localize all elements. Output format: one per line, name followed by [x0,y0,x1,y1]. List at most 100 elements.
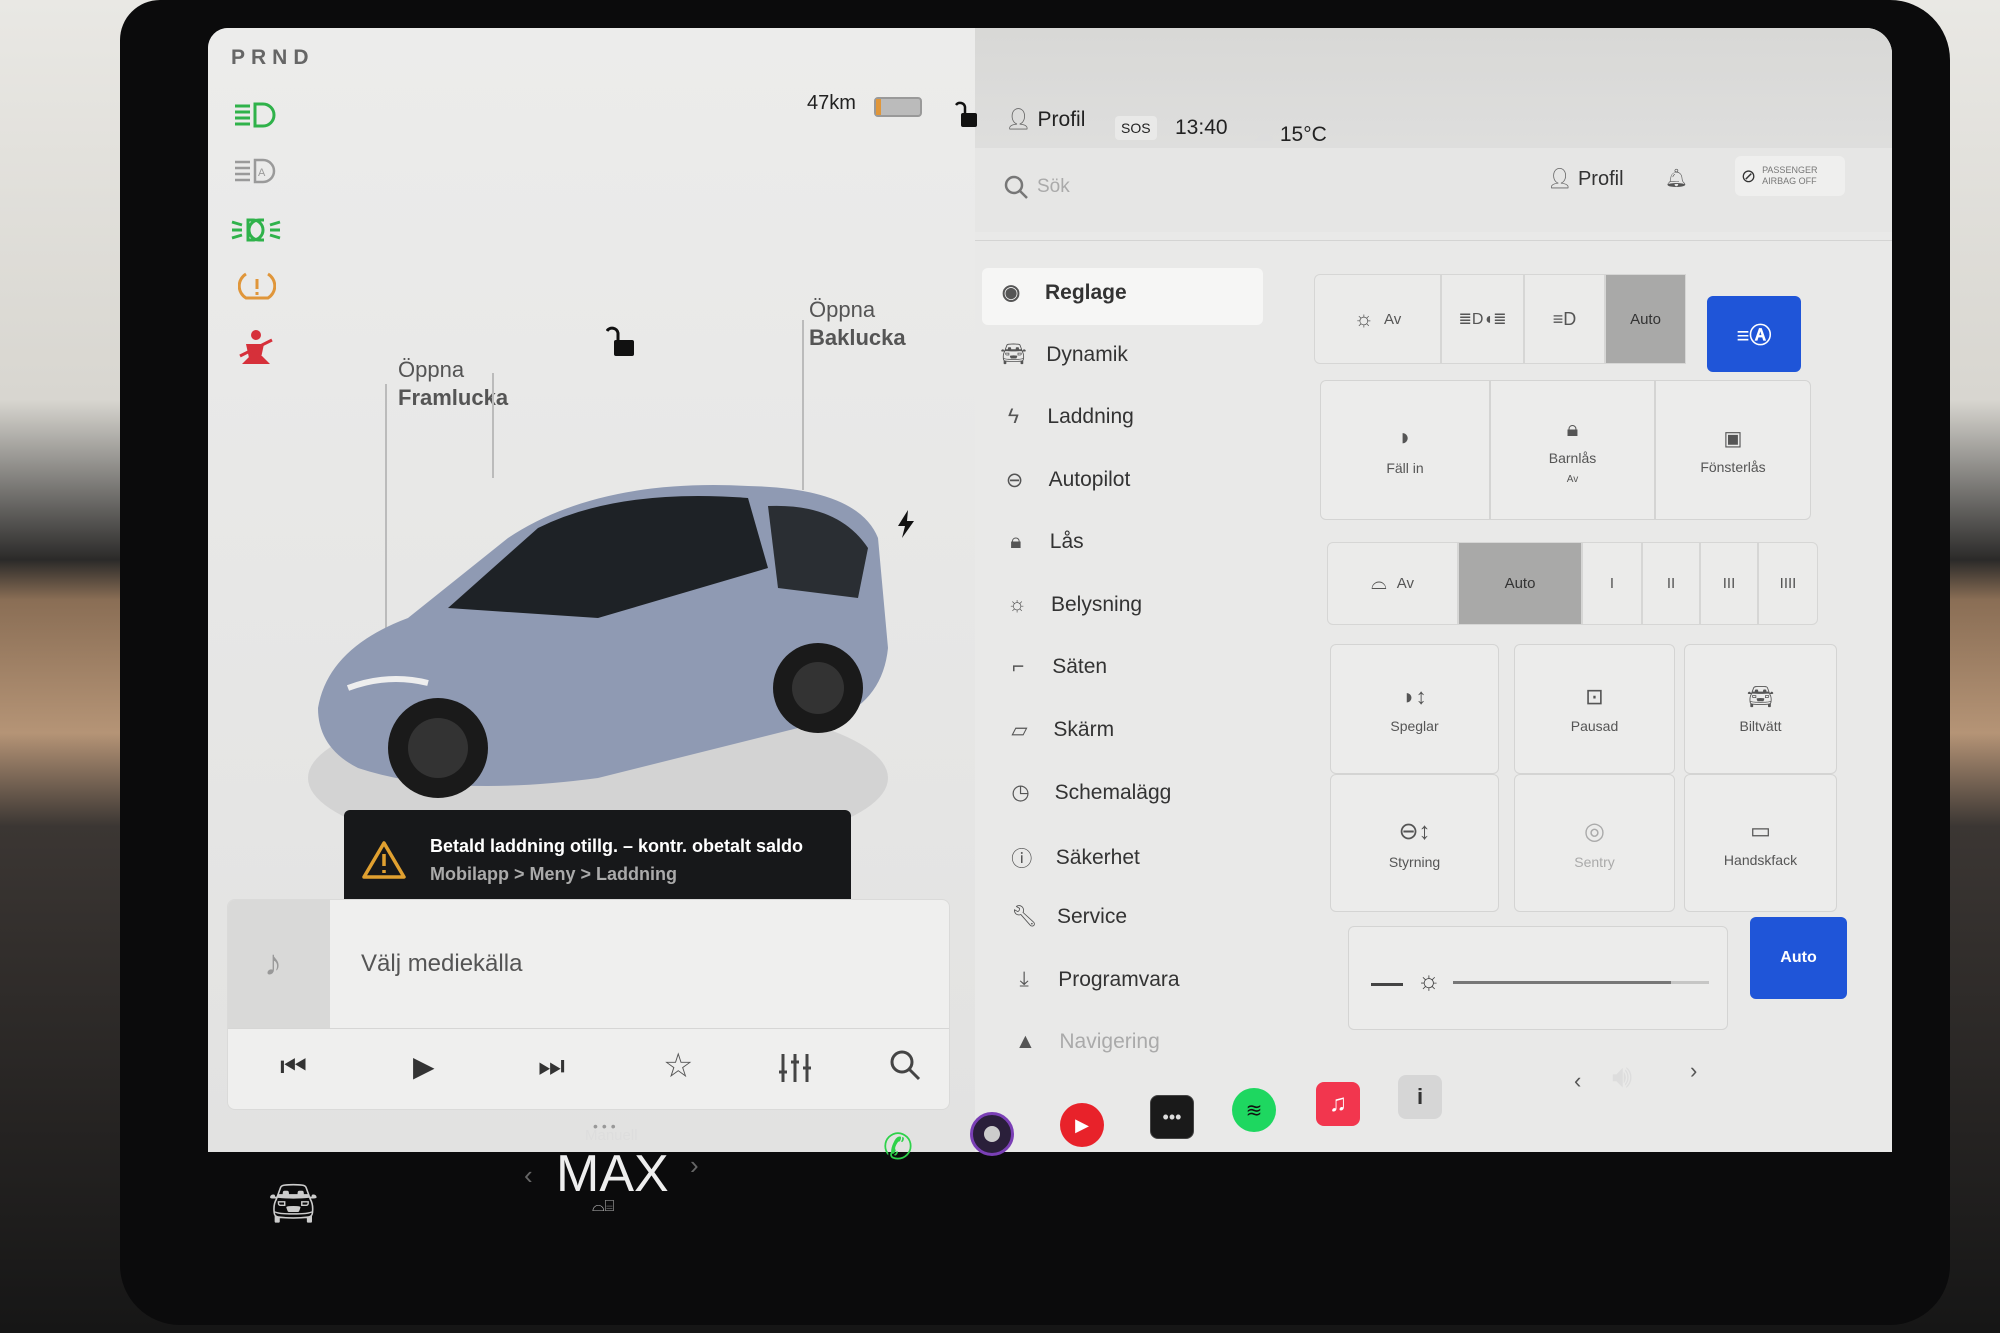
next-track-button[interactable]: ⏭ [538,1050,565,1084]
menu-item-laddning[interactable]: ϟ Laddning [1001,405,1134,429]
car-controls-icon[interactable]: 🚘︎ [268,1180,319,1227]
menu-item-label: Programvara [1058,967,1180,991]
range-readout: 47km [807,92,856,114]
charge-port-icon[interactable] [896,510,916,538]
warning-icon [362,841,406,879]
slider-track [1453,981,1709,984]
fan-speed[interactable]: MAX [556,1144,669,1204]
open-trunk-button[interactable]: Öppna Baklucka [809,296,906,352]
climate-mode: Manuell [585,1127,638,1144]
menu-item-programvara[interactable]: ⤓ Programvara [1012,967,1180,992]
wipers-off-button[interactable]: ⌓ Av [1327,542,1458,625]
bolt-icon: ϟ [1007,405,1019,428]
mirrors-adjust-button[interactable]: ◗↕ Speglar [1330,644,1499,774]
car-panel: PRND A 47km Öppna Framlucka Öppna Baklucka… [208,28,975,1152]
camera-app-icon[interactable] [970,1112,1014,1156]
menu-item-skärm[interactable]: ▱ Skärm [1007,718,1114,743]
tire-pressure-warning-icon [238,272,276,300]
play-button[interactable]: ▶ [413,1050,435,1083]
menu-item-label: Schemalägg [1054,780,1172,804]
low-beam-button[interactable]: ≡D [1524,274,1605,364]
car-wash-label: Biltvätt [1739,718,1782,734]
charging-alert-banner[interactable]: Betald laddning otillg. – kontr. obetalt… [344,810,851,909]
window-lock-label: Fönsterlås [1700,458,1766,475]
child-lock-label: Barnlås [1548,449,1597,466]
steering-wheel-icon: ⊖↕ [1398,817,1431,845]
divider [975,240,1892,241]
menu-item-autopilot[interactable]: ⊖ Autopilot [1003,468,1131,493]
menu-item-label: Säkerhet [1055,845,1140,869]
menu-item-label: Säten [1052,655,1108,678]
brightness-auto-button[interactable]: Auto [1750,917,1847,999]
youtube-music-app-icon[interactable]: ▶ [1060,1103,1104,1147]
low-beam-icon: ≡D [1552,308,1577,329]
notification-bell-icon[interactable]: 🔔︎ [1665,168,1688,189]
window-lock-button[interactable]: ▣ Fönsterlås [1655,380,1811,520]
menu-item-dynamik[interactable]: 🚘︎ Dynamik [1000,343,1128,367]
menu-item-service[interactable]: 🔧︎ Service [1011,905,1127,929]
volume-decrease-chevron[interactable]: ‹ [1574,1068,1581,1094]
auto-high-beam-button[interactable]: ≡Ⓐ [1707,296,1801,372]
menu-item-säten[interactable]: ⌐ Säten [1006,655,1107,679]
sentry-button[interactable]: ◎ Sentry [1514,774,1675,912]
map-strip [975,28,1892,148]
defrost-icons[interactable]: ⌓⌸ [592,1198,614,1216]
brightness-slider[interactable]: ☼ [1348,926,1728,1030]
seat-icon: ⌐ [1012,655,1025,678]
search-icon [1004,175,1028,199]
volume-increase-chevron[interactable]: › [1690,1058,1697,1084]
header-profile-button[interactable]: 👤︎ Profil [1547,166,1624,191]
lights-off-button[interactable]: ☼ Av [1314,274,1441,364]
light-bulb-icon: ☼ [1353,306,1374,331]
apple-music-app-icon[interactable]: ♫ [1316,1082,1360,1126]
previous-track-button[interactable]: ⏮ [280,1050,307,1084]
alert-subtitle: Mobilapp > Meny > Laddning [430,864,678,884]
search-input[interactable]: Sök [1037,176,1070,198]
parking-lights-icon: ≣D◖≣ [1458,311,1507,328]
fan-increase-chevron[interactable]: › [690,1150,699,1181]
wiper-speed-1[interactable]: I [1582,542,1642,625]
wiper-speed-3[interactable]: III [1700,542,1758,625]
fan-decrease-chevron[interactable]: ‹ [524,1160,533,1191]
steering-adjust-button[interactable]: ⊖↕ Styrning [1330,774,1499,912]
menu-item-säkerhet[interactable]: ⓘ Säkerhet [1010,843,1140,873]
child-lock-button[interactable]: 🔒︎ Barnlås Av [1490,380,1655,520]
menu-item-label: Laddning [1047,405,1134,428]
volume-icon[interactable]: 🔊︎ [1612,1058,1632,1096]
menu-item-label: Navigering [1059,1030,1160,1053]
frunk-label-1: Öppna [398,357,465,382]
slider-fill [1453,981,1671,984]
equalizer-icon[interactable] [778,1052,812,1084]
favorite-star-icon[interactable]: ☆ [663,1046,693,1086]
phone-app-icon[interactable]: ✆ [876,1125,920,1169]
dashcam-button[interactable]: ⊡ Pausad [1514,644,1675,774]
lock-icon: 🔒︎ [1010,530,1022,553]
fold-mirrors-label: Fäll in [1386,460,1424,476]
spotify-app-icon[interactable]: ≋ [1232,1088,1276,1132]
sos-button[interactable]: SOS [1115,116,1157,140]
fold-mirrors-button[interactable]: ◗ Fäll in [1320,380,1490,520]
gear-indicator: PRND [231,46,315,69]
lights-auto-button[interactable]: Auto [1605,274,1686,364]
menu-item-belysning[interactable]: ☼ Belysning [1005,593,1142,617]
parking-lights-icon [231,218,281,242]
menu-item-reglage[interactable]: ◉ Reglage [999,280,1127,305]
parking-lights-button[interactable]: ≣D◖≣ [1441,274,1524,364]
owners-manual-app-icon[interactable]: i [1398,1075,1442,1119]
unlock-icon[interactable] [606,324,638,360]
lock-status-icon[interactable] [955,100,983,130]
menu-item-navigering[interactable]: ▲ Navigering [1013,1030,1160,1054]
car-wash-button[interactable]: 🚘︎ Biltvätt [1684,644,1837,774]
menu-item-label: Skärm [1053,718,1115,741]
media-search-icon[interactable] [888,1048,922,1082]
more-apps-icon[interactable]: ••• [1150,1095,1194,1139]
menu-item-label: Lås [1049,530,1084,553]
top-profile-button[interactable]: 👤︎ Profil [1005,108,1085,132]
menu-item-schemalägg[interactable]: ◷ Schemalägg [1009,780,1172,805]
wiper-speed-2[interactable]: II [1642,542,1700,625]
media-source-selector[interactable]: Välj mediekälla [361,950,522,978]
glovebox-button[interactable]: ▭ Handskfack [1684,774,1837,912]
menu-item-lås[interactable]: 🔒︎ Lås [1004,530,1084,554]
wiper-speed-4[interactable]: IIII [1758,542,1818,625]
wipers-auto-button[interactable]: Auto [1458,542,1582,625]
